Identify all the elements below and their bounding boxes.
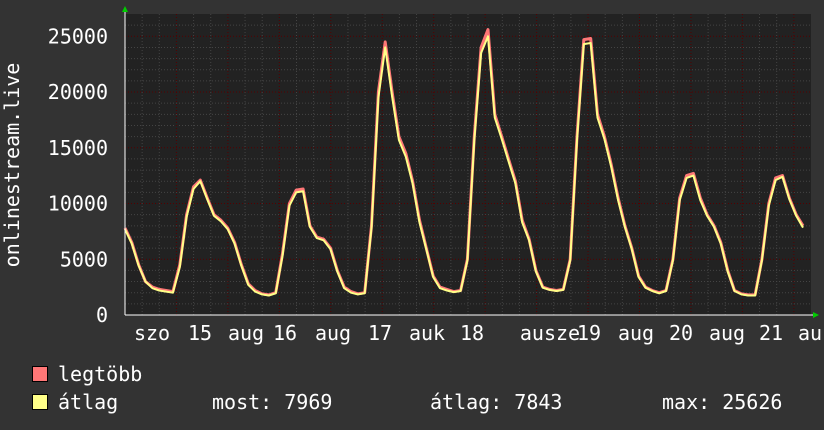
stat-max: max: 25626	[662, 390, 783, 414]
x-tick-label: 15	[188, 321, 212, 345]
x-tick-label: aug	[228, 321, 264, 345]
y-tick-label: 5000	[60, 247, 108, 271]
stat-avg: átlag: 7843	[430, 390, 563, 414]
y-axis-label: onlinestream.live	[0, 63, 24, 268]
x-tick-label: aug	[709, 321, 745, 345]
x-tick-label: auk	[409, 321, 445, 345]
x-tick-label: szo	[134, 321, 170, 345]
x-tick-label: ausze	[520, 321, 580, 345]
y-tick-label: 25000	[48, 24, 108, 48]
x-tick-label: aug	[618, 321, 654, 345]
legend-label-avg: átlag	[58, 390, 119, 414]
y-axis-arrow	[122, 6, 128, 12]
grid-lines	[124, 14, 811, 315]
x-axis-arrow	[813, 312, 819, 318]
x-tick-label: aug	[315, 321, 351, 345]
line-chart: 0 5000 10000 15000 20000 25000 szo 15 aug 16 aug 1…	[0, 6, 822, 345]
x-tick-label: au	[798, 321, 822, 345]
y-tick-label: 15000	[48, 136, 108, 160]
y-tick-label: 20000	[48, 80, 108, 104]
chart-root: 0 5000 10000 15000 20000 25000 szo 15 aug 16 aug 1…	[0, 0, 824, 430]
legend-swatch-max	[32, 366, 48, 382]
x-tick-label: 17	[368, 321, 392, 345]
y-tick-label: 10000	[48, 192, 108, 216]
y-tick-labels: 0 5000 10000 15000 20000 25000	[48, 24, 108, 327]
x-tick-labels: szo 15 aug 16 aug 17 auk 18 ausze19 aug 20 aug 21 au	[134, 321, 822, 345]
x-tick-label: 21	[759, 321, 783, 345]
x-tick-label: 19	[577, 321, 601, 345]
x-tick-label: 20	[669, 321, 693, 345]
x-tick-label: 16	[273, 321, 297, 345]
y-tick-label: 0	[96, 303, 108, 327]
x-tick-label: 18	[460, 321, 484, 345]
legend-label-max: legtöbb	[58, 362, 143, 386]
legend-swatch-avg	[32, 394, 48, 410]
stat-now: most: 7969	[212, 390, 333, 414]
